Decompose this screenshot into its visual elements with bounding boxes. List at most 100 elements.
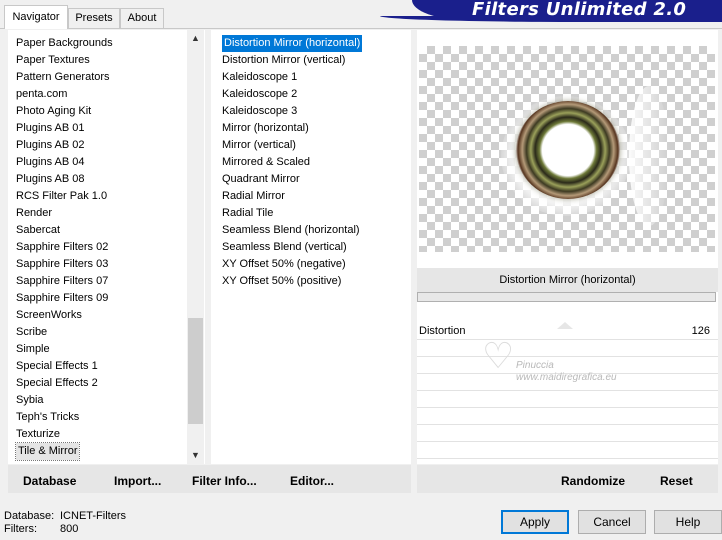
navigator-item[interactable]: Sapphire Filters 03 [15, 256, 114, 273]
filter-progress-bar [417, 292, 716, 302]
navigator-item[interactable]: Sapphire Filters 02 [15, 239, 114, 256]
navigator-item-label: Plugins AB 04 [16, 156, 85, 168]
filter-item[interactable]: Distortion Mirror (horizontal) [220, 35, 364, 52]
navigator-item[interactable]: Photo Aging Kit [15, 103, 114, 120]
navigator-item[interactable]: Render [15, 205, 114, 222]
filter-item[interactable]: Radial Tile [220, 205, 364, 222]
preview-ring-image [516, 101, 620, 199]
filter-item[interactable]: Mirror (horizontal) [220, 120, 364, 137]
import-button[interactable]: Import... [114, 474, 161, 488]
filter-item-label: XY Offset 50% (positive) [222, 275, 342, 287]
navigator-item-label: Sapphire Filters 02 [16, 241, 109, 253]
filter-item[interactable]: Kaleidoscope 1 [220, 69, 364, 86]
filter-item-label: Kaleidoscope 2 [222, 88, 298, 100]
navigator-item[interactable]: Simple [15, 341, 114, 358]
navigator-item-label: Teph's Tricks [16, 411, 80, 423]
navigator-item-label: Plugins AB 08 [16, 173, 85, 185]
filter-item[interactable]: Kaleidoscope 3 [220, 103, 364, 120]
scroll-up-arrow-icon[interactable]: ▲ [187, 30, 204, 47]
navigator-item-label: Sapphire Filters 09 [16, 292, 109, 304]
slider-row[interactable] [417, 425, 718, 442]
filter-item[interactable]: Seamless Blend (vertical) [220, 239, 364, 256]
filter-item[interactable]: Seamless Blend (horizontal) [220, 222, 364, 239]
navigator-item[interactable]: Special Effects 1 [15, 358, 114, 375]
filter-list[interactable]: Distortion Mirror (horizontal) Distortion… [220, 35, 364, 290]
navigator-item[interactable]: RCS Filter Pak 1.0 [15, 188, 114, 205]
filter-item[interactable]: Distortion Mirror (vertical) [220, 52, 364, 69]
preview-image [419, 46, 715, 252]
scroll-down-arrow-icon[interactable]: ▼ [187, 447, 204, 464]
filter-item[interactable]: Mirror (vertical) [220, 137, 364, 154]
slider-row[interactable] [417, 442, 718, 459]
editor-button[interactable]: Editor... [290, 474, 334, 488]
filters-count-label: Filters: [4, 523, 37, 535]
navigator-item[interactable]: Pattern Generators [15, 69, 114, 86]
apply-button[interactable]: Apply [501, 510, 569, 534]
cancel-button[interactable]: Cancel [578, 510, 646, 534]
navigator-list-panel[interactable]: Paper Backgrounds Paper Textures Pattern G… [8, 30, 205, 464]
navigator-item-label: Sapphire Filters 07 [16, 275, 109, 287]
filter-item-label: Radial Tile [222, 207, 274, 219]
filter-item-label: XY Offset 50% (negative) [222, 258, 346, 270]
randomize-button[interactable]: Randomize [561, 474, 625, 488]
navigator-item-label: Render [16, 207, 53, 219]
filter-item-label: Mirror (vertical) [222, 139, 296, 151]
preview-panel: Distortion Mirror (horizontal) Distortio… [417, 30, 718, 464]
filter-item[interactable]: Mirrored & Scaled [220, 154, 364, 171]
filter-item[interactable]: XY Offset 50% (negative) [220, 256, 364, 273]
navigator-item[interactable]: Sapphire Filters 07 [15, 273, 114, 290]
navigator-item[interactable]: Scribe [15, 324, 114, 341]
filter-item-label: Mirror (horizontal) [222, 122, 309, 134]
navigator-item-label: Tile & Mirror [14, 442, 81, 461]
filter-list-panel[interactable]: Distortion Mirror (horizontal) Distortion… [211, 30, 411, 464]
tab-about[interactable]: About [120, 8, 164, 28]
filter-item-label: Kaleidoscope 1 [222, 71, 298, 83]
right-button-bar: Randomize Reset [417, 465, 718, 493]
filter-item[interactable]: Kaleidoscope 2 [220, 86, 364, 103]
filter-item[interactable]: Radial Mirror [220, 188, 364, 205]
navigator-item[interactable]: Plugins AB 01 [15, 120, 114, 137]
slider-row[interactable] [417, 391, 718, 408]
navigator-item[interactable]: penta.com [15, 86, 114, 103]
navigator-item[interactable]: Teph's Tricks [15, 409, 114, 426]
navigator-item-label: Simple [16, 343, 50, 355]
filter-item[interactable]: Quadrant Mirror [220, 171, 364, 188]
filter-item-label: Distortion Mirror (vertical) [222, 54, 346, 66]
navigator-item[interactable]: Special Effects 2 [15, 375, 114, 392]
navigator-item[interactable]: Plugins AB 08 [15, 171, 114, 188]
filter-item-label: Mirrored & Scaled [222, 156, 311, 168]
navigator-item[interactable]: Paper Textures [15, 52, 114, 69]
navigator-item-label: Paper Textures [16, 54, 90, 66]
left-button-bar: Database Import... Filter Info... Editor… [8, 465, 411, 493]
reset-button[interactable]: Reset [660, 474, 693, 488]
navigator-item[interactable]: Texturize [15, 426, 114, 443]
navigator-item[interactable]: Sabercat [15, 222, 114, 239]
filter-item-label: Kaleidoscope 3 [222, 105, 298, 117]
navigator-item[interactable]: ScreenWorks [15, 307, 114, 324]
tab-navigator[interactable]: Navigator [4, 5, 68, 29]
database-value: ICNET-Filters [60, 510, 126, 522]
database-button[interactable]: Database [23, 474, 76, 488]
navigator-item-label: Special Effects 2 [16, 377, 98, 389]
slider-row[interactable] [417, 408, 718, 425]
filter-info-button[interactable]: Filter Info... [192, 474, 257, 488]
help-button[interactable]: Help [654, 510, 722, 534]
filter-item-label: Seamless Blend (horizontal) [222, 224, 360, 236]
navigator-item[interactable]: Sapphire Filters 09 [15, 290, 114, 307]
navigator-scrollbar[interactable]: ▲ ▼ [187, 30, 204, 464]
scroll-thumb[interactable] [188, 318, 203, 424]
filter-item[interactable]: XY Offset 50% (positive) [220, 273, 364, 290]
tab-divider [0, 28, 722, 29]
database-label: Database: [4, 510, 55, 522]
navigator-item[interactable]: Paper Backgrounds [15, 35, 114, 52]
navigator-item[interactable]: Plugins AB 02 [15, 137, 114, 154]
filter-item-label: Seamless Blend (vertical) [222, 241, 347, 253]
navigator-item[interactable]: Sybia [15, 392, 114, 409]
navigator-item-label: Texturize [16, 428, 61, 440]
navigator-item[interactable]: Tile & Mirror [14, 442, 114, 461]
filter-item-label: Quadrant Mirror [222, 173, 300, 185]
navigator-list[interactable]: Paper Backgrounds Paper Textures Pattern G… [14, 35, 114, 461]
tab-presets[interactable]: Presets [68, 8, 120, 28]
navigator-item-label: Sabercat [16, 224, 61, 236]
navigator-item[interactable]: Plugins AB 04 [15, 154, 114, 171]
